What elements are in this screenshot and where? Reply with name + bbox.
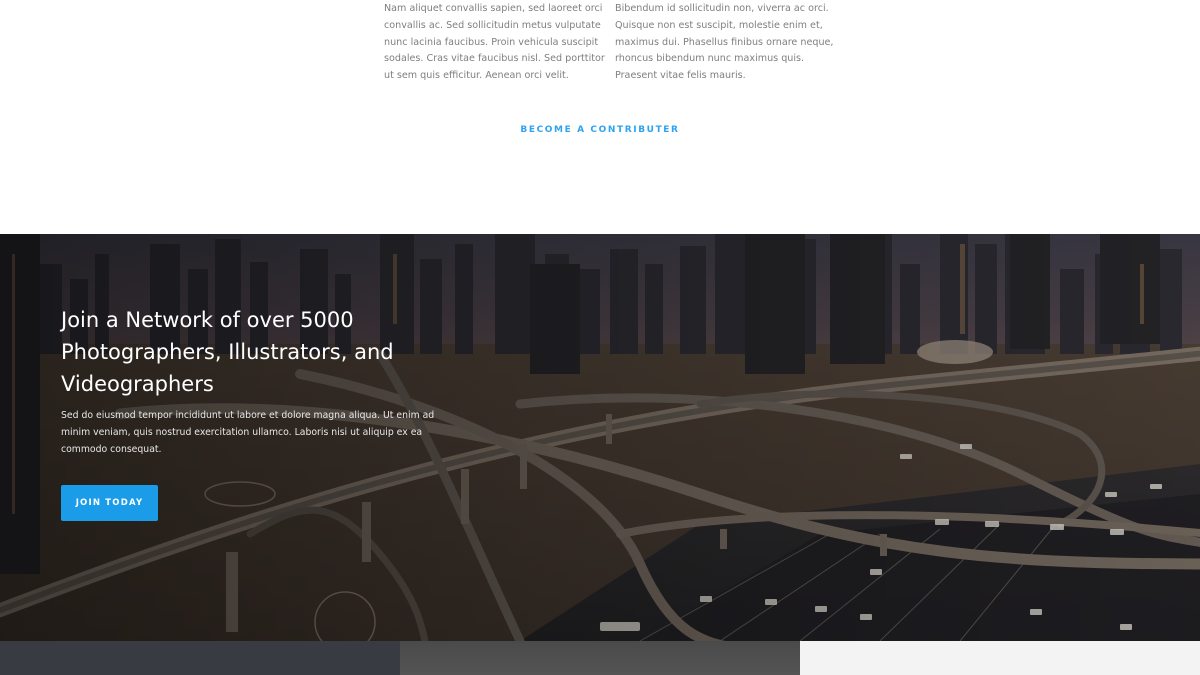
intro-text-left: Nam aliquet convallis sapien, sed laoree…	[384, 1, 605, 85]
intro-left-line: nunc lacinia faucibus. Proin vehicula su…	[384, 36, 599, 48]
intro-right-line: rhoncus bibendum nunc maximus quis.	[615, 53, 805, 65]
dark-panel	[0, 641, 400, 675]
hero-title-line: Videographers	[61, 372, 214, 396]
intro-text-right: Bibendum id sollicitudin non, viverra ac…	[615, 1, 833, 85]
hero-description-line: commodo consequat.	[61, 444, 162, 455]
become-contributor-link[interactable]: BECOME A CONTRIBUTER	[0, 125, 1200, 135]
light-panel	[800, 641, 1200, 675]
join-network-hero: Join a Network of over 5000 Photographer…	[0, 234, 1200, 641]
hero-description-line: minim veniam, quis nostrud exercitation …	[61, 427, 423, 438]
intro-right-line: maximus dui. Phasellus finibus ornare ne…	[615, 36, 834, 48]
hero-title-line: Photographers, Illustrators, and	[61, 340, 394, 364]
hero-title: Join a Network of over 5000 Photographer…	[61, 304, 441, 400]
intro-left-line: Nam aliquet convallis sapien, sed laoree…	[384, 3, 603, 14]
intro-right-line: Praesent vitae felis mauris.	[615, 70, 746, 82]
intro-section: Nam aliquet convallis sapien, sed laoree…	[0, 0, 1200, 234]
hero-content: Join a Network of over 5000 Photographer…	[61, 304, 441, 521]
gray-panel	[400, 641, 800, 675]
intro-left-line: ut sem quis efficitur. Aenean orci velit…	[384, 70, 569, 82]
hero-description-line: Sed do eiusmod tempor incididunt ut labo…	[61, 410, 435, 421]
hero-title-line: Join a Network of over 5000	[61, 308, 354, 332]
intro-left-line: sodales. Cras vitae faucibus nisl. Sed p…	[384, 53, 605, 65]
intro-right-line: Bibendum id sollicitudin non, viverra ac…	[615, 3, 829, 14]
hero-description: Sed do eiusmod tempor incididunt ut labo…	[61, 407, 441, 458]
join-today-button[interactable]: JOIN TODAY	[61, 485, 158, 521]
intro-left-line: convallis ac. Sed sollicitudin metus vul…	[384, 19, 601, 31]
intro-right-line: Quisque non est suscipit, molestie enim …	[615, 19, 823, 31]
bottom-panels	[0, 641, 1200, 675]
